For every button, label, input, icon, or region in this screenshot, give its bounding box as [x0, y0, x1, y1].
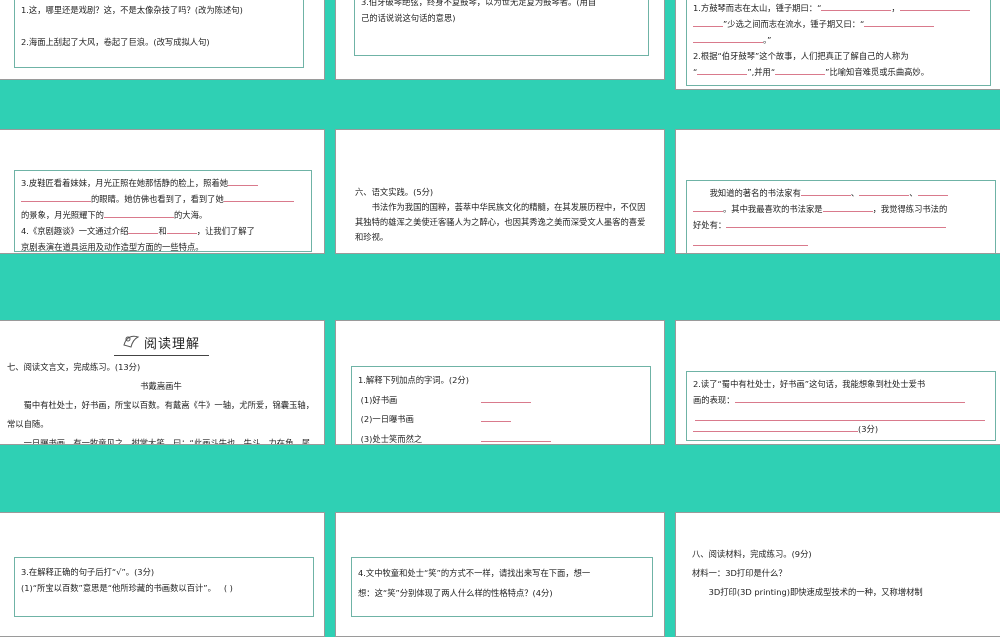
section-heading: 七、阅读文言文，完成练习。(13分)	[7, 362, 141, 372]
answer-blank[interactable]	[693, 202, 723, 212]
logo-text: 阅读理解	[143, 336, 200, 352]
slide-r1c1: 1.这，哪里还是戏剧？这，不是太像杂技了吗？(改为陈述句) 2.海面上刮起了大风…	[0, 0, 325, 80]
answer-blank[interactable]	[480, 412, 511, 422]
score: (3分)	[858, 424, 879, 434]
question-3-line1: 3.伯牙破琴绝弦，终身不复鼓琴，以为世无足复为鼓琴者。(用自	[361, 0, 597, 7]
slide-r4c1: 3.在解释正确的句子后打“√”。(3分) (1)“所宝以百数”意思是“他所珍藏的…	[0, 512, 325, 637]
slide-r3c3: 2.读了“蜀中有杜处士，好书画”这句话，我能想象到杜处士爱书 画的表现： (3分…	[675, 320, 1000, 445]
answer-blank[interactable]	[693, 17, 723, 27]
question-line2: 画的表现：	[693, 395, 735, 405]
q4-part-b: 和	[158, 226, 167, 236]
content-box: 阅读理解 七、阅读文言文，完成练习。(13分) 书戴嵩画牛 蜀中有杜处士，好书画…	[1, 329, 321, 444]
text-c: 、	[909, 188, 918, 198]
slide-r1c3: 1.方鼓琴而志在太山，锺子期曰：“， ”少选之间而志在流水，锺子期又曰：“ 。”…	[675, 0, 1000, 90]
section-heading: 六、语文实践。(5分)	[355, 187, 434, 197]
answer-blank[interactable]	[821, 1, 892, 11]
content-box: 1.方鼓琴而志在太山，锺子期曰：“， ”少选之间而志在流水，锺子期又曰：“ 。”…	[686, 0, 991, 86]
answer-blank[interactable]	[800, 186, 851, 196]
answer-blank[interactable]	[128, 224, 159, 234]
content-box: 4.文中牧童和处士“笑”的方式不一样，请找出来写在下面，想一 想：这“笑”分别体…	[351, 557, 653, 617]
q4-part-d: 京剧表演在道具运用及动作造型方面的一些特点。	[21, 242, 204, 252]
text-b: 、	[850, 188, 860, 198]
q3-part-c: 的景象，月光照耀下的	[21, 210, 104, 220]
q4-part-a: 4.《京剧趣谈》一文通过介绍	[21, 226, 129, 236]
q2-part-a: 2.根据“伯牙鼓琴”这个故事，人们把真正了解自己的人称为	[693, 51, 909, 61]
answer-blank[interactable]	[726, 218, 947, 228]
slide-r1c2: 3.伯牙破琴绝弦，终身不复鼓琴，以为世无足复为鼓琴者。(用自 己的话说说这句话的…	[335, 0, 665, 80]
section-logo: 阅读理解	[7, 333, 315, 355]
content-box: 3.伯牙破琴绝弦，终身不复鼓琴，以为世无足复为鼓琴者。(用自 己的话说说这句话的…	[354, 0, 649, 56]
answer-blank[interactable]	[859, 186, 910, 196]
paragraph: 书法作为我国的国粹，荟萃中华民族文化的精髓，在其发展历程中，不仅因其独特的雄浑之…	[355, 202, 646, 242]
q1-part-c: 。”	[763, 35, 772, 45]
content-box: 八、阅读材料，完成练习。(9分) 材料一：3D打印是什么？ 3D打印(3D pr…	[686, 541, 1000, 621]
answer-blank[interactable]	[899, 1, 970, 11]
answer-blank[interactable]	[917, 186, 948, 196]
passage-title: 书戴嵩画牛	[140, 381, 182, 391]
answer-blank[interactable]	[693, 422, 858, 432]
question-line1: 4.文中牧童和处士“笑”的方式不一样，请找出来写在下面，想一	[358, 568, 591, 578]
content-box: 3.皮鞋匠看着妹妹，月光正照在她那恬静的脸上，照着她 的眼睛。她仿佛也看到了，看…	[14, 170, 312, 252]
answer-line[interactable]	[693, 233, 808, 246]
answer-blank[interactable]	[693, 33, 763, 43]
content-box: 3.在解释正确的句子后打“√”。(3分) (1)“所宝以百数”意思是“他所珍藏的…	[14, 557, 314, 617]
q3-part-d: 的大海。	[173, 210, 208, 220]
question-line2: 想：这“笑”分别体现了两人什么样的性格特点？(4分)	[358, 588, 553, 598]
question: 3.在解释正确的句子后打“√”。(3分)	[21, 567, 155, 577]
q2-part-c: ”,并用“	[747, 67, 776, 77]
q1-part-b: ”少选之间而志在流水，锺子期又曰：“	[723, 19, 865, 29]
q2-part-d: ”比喻知音难觅或乐曲高妙。	[825, 67, 930, 77]
answer-blank[interactable]	[864, 17, 935, 27]
slide-r2c2: 六、语文实践。(5分) 书法作为我国的国粹，荟萃中华民族文化的精髓，在其发展历程…	[335, 129, 665, 254]
question-2: 2.海面上刮起了大风，卷起了巨浪。(改写成拟人句)	[21, 37, 210, 47]
content-box: 1.这，哪里还是戏剧？这，不是太像杂技了吗？(改为陈述句) 2.海面上刮起了大风…	[14, 0, 304, 68]
q3-part-b: 的眼睛。她仿佛也看到了，看到了她	[91, 194, 224, 204]
material-title: 材料一：3D打印是什么？	[692, 568, 787, 578]
reading-icon	[122, 333, 140, 355]
answer-blank[interactable]	[734, 393, 965, 403]
answer-blank[interactable]	[223, 192, 294, 202]
slide-r2c1: 3.皮鞋匠看着妹妹，月光正照在她那恬静的脸上，照着她 的眼睛。她仿佛也看到了，看…	[0, 129, 325, 254]
content-box: 1.解释下列加点的字词。(2分) (1)好书画 (2)一日曝书画 (3)处士笑而…	[351, 366, 651, 444]
text-f: 好处有：	[693, 220, 727, 230]
answer-blank[interactable]	[822, 202, 873, 212]
material-text: 3D打印(3D printing)即快速成型技术的一种，又称增材制	[708, 587, 923, 597]
slide-r2c3: 我知道的著名的书法家有 、 、 。其中我最喜欢的书法家是 ，我觉得练习书法的 好处有：	[675, 129, 1000, 254]
slide-r3c2: 1.解释下列加点的字词。(2分) (1)好书画 (2)一日曝书画 (3)处士笑而…	[335, 320, 665, 445]
answer-blank[interactable]	[697, 65, 748, 75]
answer-blank[interactable]	[166, 224, 197, 234]
text-e: ，我觉得练习书法的	[872, 204, 948, 214]
question: 1.解释下列加点的字词。(2分)	[358, 375, 469, 385]
slide-r4c2: 4.文中牧童和处士“笑”的方式不一样，请找出来写在下面，想一 想：这“笑”分别体…	[335, 512, 665, 637]
text-a: 我知道的著名的书法家有	[709, 188, 801, 198]
passage-paragraph-2: 一日曝书画，有一牧童见之，拊掌大笑，曰：“此画斗牛也。牛斗，力在角，尾搐入两股间…	[23, 438, 310, 444]
answer-paren[interactable]: ( )	[224, 583, 233, 593]
q4-part-c: ，让我们了解了	[196, 226, 255, 236]
answer-blank[interactable]	[103, 208, 174, 218]
q3-part-a: 3.皮鞋匠看着妹妹，月光正照在她那恬静的脸上，照着她	[21, 178, 229, 188]
answer-blank[interactable]	[21, 192, 91, 202]
item-1: (1)“所宝以百数”意思是“他所珍藏的书画数以百计”。	[21, 583, 216, 593]
item-1: (1)好书画	[360, 394, 398, 405]
slide-r3c1: 阅读理解 七、阅读文言文，完成练习。(13分) 书戴嵩画牛 蜀中有杜处士，好书画…	[0, 320, 325, 445]
content-box: 我知道的著名的书法家有 、 、 。其中我最喜欢的书法家是 ，我觉得练习书法的 好处有：	[686, 180, 996, 253]
item-2: (2)一日曝书画	[360, 414, 414, 424]
slide-r4c3: 八、阅读材料，完成练习。(9分) 材料一：3D打印是什么？ 3D打印(3D pr…	[675, 512, 1000, 637]
answer-blank[interactable]	[228, 176, 259, 186]
question-1: 1.这，哪里还是戏剧？这，不是太像杂技了吗？(改为陈述句)	[21, 5, 243, 15]
item-3: (3)处士笑而然之	[360, 433, 423, 444]
q1-part-a: 1.方鼓琴而志在太山，锺子期曰：“	[693, 3, 822, 13]
answer-blank[interactable]	[480, 393, 531, 403]
question-3-line2: 己的话说说这句话的意思)	[361, 13, 456, 23]
divider	[113, 355, 209, 356]
text-d: 。其中我最喜欢的书法家是	[723, 204, 823, 214]
section-heading: 八、阅读材料，完成练习。(9分)	[692, 549, 812, 559]
answer-blank[interactable]	[480, 432, 551, 442]
answer-blank[interactable]	[775, 65, 826, 75]
passage-paragraph-1: 蜀中有杜处士，好书画，所宝以百数。有戴嵩《牛》一轴，尤所爱，锦囊玉轴，常以自随。	[7, 400, 314, 429]
answer-line[interactable]	[695, 408, 985, 421]
question-line1: 2.读了“蜀中有杜处士，好书画”这句话，我能想象到杜处士爱书	[693, 379, 926, 389]
content-box: 六、语文实践。(5分) 书法作为我国的国粹，荟萃中华民族文化的精髓，在其发展历程…	[349, 180, 654, 250]
content-box: 2.读了“蜀中有杜处士，好书画”这句话，我能想象到杜处士爱书 画的表现： (3分…	[686, 371, 996, 441]
